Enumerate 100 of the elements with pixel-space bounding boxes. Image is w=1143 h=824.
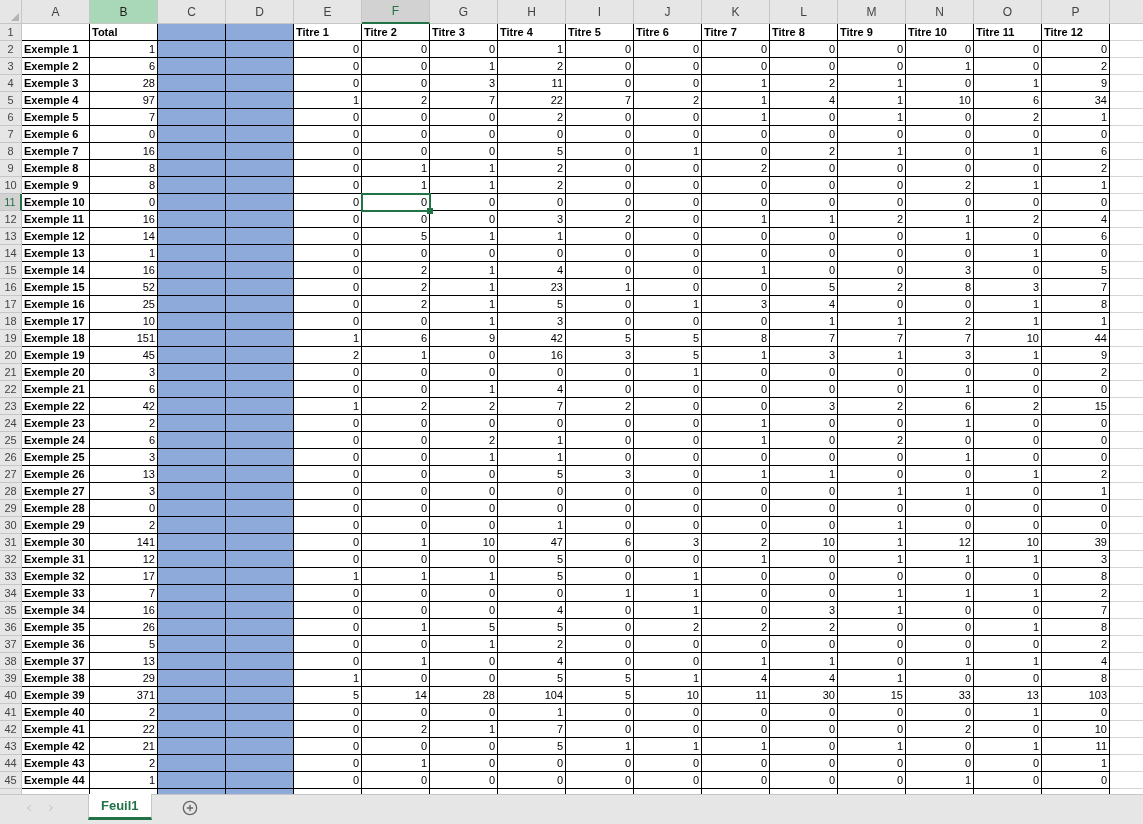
row-header[interactable]: 44 — [0, 755, 22, 772]
table-cell: 8 — [906, 279, 974, 296]
column-header[interactable]: L — [770, 0, 838, 24]
row-header[interactable]: 38 — [0, 653, 22, 670]
row-header[interactable]: 13 — [0, 228, 22, 245]
column-header[interactable]: C — [158, 0, 226, 24]
column-header[interactable]: J — [634, 0, 702, 24]
row-header[interactable]: 14 — [0, 245, 22, 262]
column-header[interactable]: I — [566, 0, 634, 24]
row-header[interactable]: 41 — [0, 704, 22, 721]
table-cell: 0 — [634, 211, 702, 228]
row-header[interactable]: 21 — [0, 364, 22, 381]
row-header[interactable]: 43 — [0, 738, 22, 755]
row-header[interactable]: 8 — [0, 143, 22, 160]
add-sheet-icon[interactable] — [181, 800, 198, 816]
table-cell: Exemple 12 — [22, 228, 90, 245]
row-header[interactable]: 9 — [0, 160, 22, 177]
table-cell: 0 — [566, 432, 634, 449]
column-header[interactable]: A — [22, 0, 90, 24]
row-header[interactable]: 42 — [0, 721, 22, 738]
table-cell: 6 — [90, 58, 158, 75]
table-cell: 0 — [702, 245, 770, 262]
table-cell: 1 — [498, 41, 566, 58]
table-cell: 2 — [362, 262, 430, 279]
column-header[interactable] — [1110, 0, 1143, 24]
table-cell: 0 — [294, 772, 362, 789]
table-cell: 0 — [702, 58, 770, 75]
table-cell: 0 — [294, 738, 362, 755]
column-header[interactable]: P — [1042, 0, 1110, 24]
select-all-corner[interactable] — [0, 0, 22, 24]
row-header[interactable]: 1 — [0, 24, 22, 41]
table-cell: 0 — [362, 109, 430, 126]
row-header[interactable]: 32 — [0, 551, 22, 568]
sheet-tab[interactable]: Feuil1 — [88, 794, 152, 820]
row-header[interactable]: 28 — [0, 483, 22, 500]
row-header[interactable]: 31 — [0, 534, 22, 551]
row-header[interactable]: 17 — [0, 296, 22, 313]
row-header[interactable]: 23 — [0, 398, 22, 415]
table-cell: 141 — [90, 534, 158, 551]
row-header[interactable]: 24 — [0, 415, 22, 432]
row-header[interactable]: 27 — [0, 466, 22, 483]
table-cell: 0 — [430, 517, 498, 534]
column-header[interactable]: M — [838, 0, 906, 24]
row-header[interactable]: 26 — [0, 449, 22, 466]
table-cell: 1 — [702, 466, 770, 483]
filled-cell — [226, 160, 294, 177]
filled-cell — [226, 41, 294, 58]
table-cell: Exemple 33 — [22, 585, 90, 602]
filled-cell — [226, 500, 294, 517]
row-header[interactable]: 18 — [0, 313, 22, 330]
table-cell: 0 — [566, 653, 634, 670]
row-header[interactable]: 33 — [0, 568, 22, 585]
column-header[interactable]: H — [498, 0, 566, 24]
column-header[interactable]: K — [702, 0, 770, 24]
row-header[interactable]: 36 — [0, 619, 22, 636]
row-header[interactable]: 25 — [0, 432, 22, 449]
scroll-left-icon[interactable] — [24, 803, 34, 813]
row-header[interactable]: 40 — [0, 687, 22, 704]
filled-cell — [158, 704, 226, 721]
fill-handle-icon[interactable] — [427, 208, 433, 214]
table-cell: 0 — [430, 466, 498, 483]
row-header[interactable]: 12 — [0, 211, 22, 228]
row-header[interactable]: 34 — [0, 585, 22, 602]
table-cell: 0 — [566, 381, 634, 398]
row-header[interactable]: 22 — [0, 381, 22, 398]
column-header[interactable]: B — [90, 0, 158, 24]
row-header[interactable]: 37 — [0, 636, 22, 653]
table-cell: 0 — [906, 296, 974, 313]
table-cell: 1 — [974, 245, 1042, 262]
row-header[interactable]: 10 — [0, 177, 22, 194]
row-header[interactable]: 11 — [0, 194, 22, 211]
row-header[interactable]: 5 — [0, 92, 22, 109]
row-header[interactable]: 6 — [0, 109, 22, 126]
row-header[interactable]: 45 — [0, 772, 22, 789]
row-header[interactable]: 7 — [0, 126, 22, 143]
row-header[interactable]: 29 — [0, 500, 22, 517]
row-header[interactable]: 4 — [0, 75, 22, 92]
column-header[interactable]: G — [430, 0, 498, 24]
column-header[interactable]: N — [906, 0, 974, 24]
table-cell: 5 — [566, 687, 634, 704]
row-header[interactable]: 3 — [0, 58, 22, 75]
row-header[interactable]: 2 — [0, 41, 22, 58]
scroll-right-icon[interactable] — [46, 803, 56, 813]
column-header[interactable]: O — [974, 0, 1042, 24]
table-cell: 0 — [634, 483, 702, 500]
column-header[interactable]: E — [294, 0, 362, 24]
filled-cell — [158, 296, 226, 313]
table-cell: Titre 7 — [702, 24, 770, 41]
row-header[interactable]: 30 — [0, 517, 22, 534]
row-header[interactable]: 35 — [0, 602, 22, 619]
row-header[interactable]: 19 — [0, 330, 22, 347]
table-cell: 30 — [770, 687, 838, 704]
row-header[interactable]: 39 — [0, 670, 22, 687]
row-header[interactable]: 15 — [0, 262, 22, 279]
column-header[interactable]: D — [226, 0, 294, 24]
row-header[interactable]: 20 — [0, 347, 22, 364]
table-cell: 13 — [90, 466, 158, 483]
column-header[interactable]: F — [362, 0, 430, 24]
row-header[interactable]: 16 — [0, 279, 22, 296]
filled-cell — [226, 551, 294, 568]
